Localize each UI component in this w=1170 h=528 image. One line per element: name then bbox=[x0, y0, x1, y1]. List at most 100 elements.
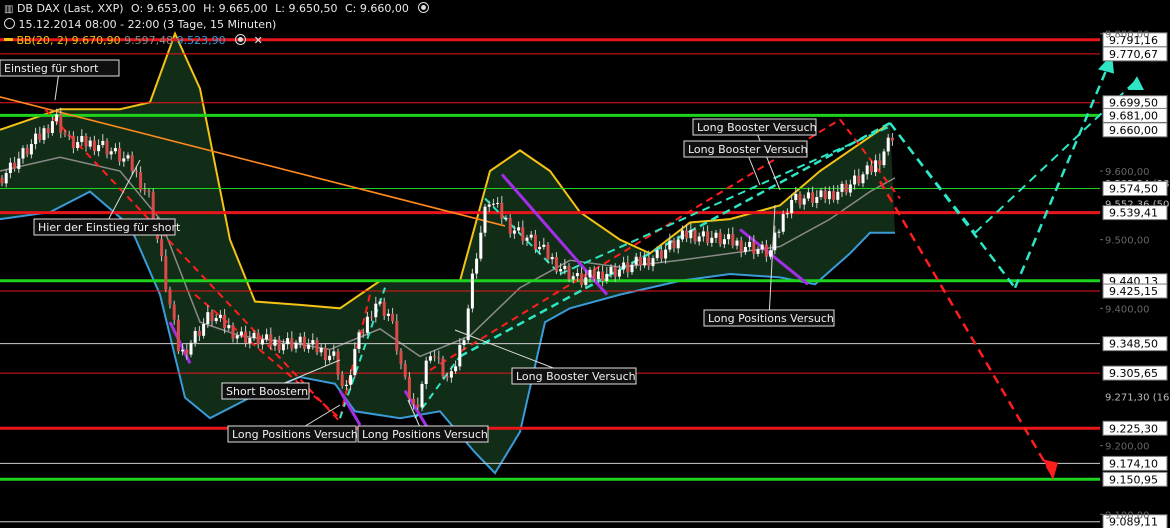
candle-body-94 bbox=[395, 321, 399, 351]
candle-body-157 bbox=[659, 250, 663, 259]
indicator-settings-icon[interactable] bbox=[235, 34, 247, 45]
candle-body-178 bbox=[748, 241, 752, 247]
candle-body-176 bbox=[739, 240, 743, 253]
candle-body-86 bbox=[361, 332, 365, 334]
candle-body-65 bbox=[273, 339, 277, 346]
candle-body-173 bbox=[727, 234, 731, 240]
candle-body-41 bbox=[172, 304, 176, 320]
candle-body-73 bbox=[307, 344, 311, 349]
candle-body-102 bbox=[428, 356, 432, 361]
indicator-swatch-icon bbox=[4, 38, 13, 41]
candle-body-203 bbox=[853, 175, 857, 185]
candle-body-177 bbox=[743, 246, 747, 253]
candle-body-8 bbox=[34, 133, 38, 145]
candle-body-138 bbox=[580, 273, 584, 285]
candle-body-171 bbox=[718, 232, 722, 245]
candle-body-72 bbox=[302, 336, 306, 349]
candle-body-30 bbox=[126, 155, 130, 159]
level-label-15: 9.174,10 bbox=[1109, 457, 1158, 470]
candle-body-146 bbox=[613, 266, 617, 277]
level-label-3: 9.681,00 bbox=[1109, 109, 1158, 122]
candle-body-7 bbox=[29, 144, 33, 155]
candle-body-121 bbox=[508, 217, 512, 234]
candle-body-21 bbox=[88, 140, 92, 147]
candle-body-113 bbox=[475, 258, 479, 274]
candle-body-70 bbox=[294, 342, 298, 349]
level-label-1: 9.770,67 bbox=[1109, 48, 1158, 61]
candle-body-16 bbox=[67, 134, 71, 137]
candle-body-129 bbox=[542, 244, 546, 247]
candle-body-108 bbox=[454, 366, 458, 372]
candle-body-168 bbox=[706, 231, 710, 243]
candle-body-62 bbox=[260, 339, 264, 345]
candle-body-201 bbox=[844, 183, 848, 193]
candle-body-122 bbox=[512, 230, 516, 234]
candle-body-190 bbox=[798, 193, 802, 205]
bb-lower-value: 9.523,90 bbox=[176, 34, 226, 47]
annotation-label-3: Long Positions Versuch bbox=[232, 428, 358, 441]
candle-body-48 bbox=[202, 323, 206, 336]
candle-body-159 bbox=[668, 240, 672, 250]
high-value: H: 9.665,00 bbox=[203, 2, 268, 15]
candle-body-107 bbox=[449, 371, 453, 378]
candle-body-200 bbox=[840, 183, 844, 192]
teal-projection-up-1 bbox=[1013, 60, 1112, 289]
header-row-1: ▥ DB DAX (Last, XXP) O: 9.653,00 H: 9.66… bbox=[4, 2, 430, 17]
candle-body-85 bbox=[357, 332, 361, 349]
candle-body-147 bbox=[617, 269, 621, 277]
candle-body-46 bbox=[193, 330, 197, 343]
candle-body-11 bbox=[46, 128, 50, 133]
candle-body-149 bbox=[626, 262, 630, 273]
candle-body-93 bbox=[391, 313, 395, 322]
candle-body-205 bbox=[861, 174, 865, 184]
instrument-name: DB DAX (Last, XXP) bbox=[16, 2, 124, 15]
candle-body-67 bbox=[281, 344, 285, 351]
candle-body-45 bbox=[189, 342, 193, 355]
candle-body-88 bbox=[370, 316, 374, 318]
candle-body-4 bbox=[17, 158, 21, 169]
header-row-3: BB(20, 2) 9.670,90 9.597,48 9.523,90 ✕ bbox=[4, 34, 263, 48]
candle-body-97 bbox=[407, 376, 411, 399]
candle-body-19 bbox=[80, 136, 84, 143]
candle-body-161 bbox=[676, 239, 680, 249]
candle-body-197 bbox=[827, 191, 831, 200]
candle-body-5 bbox=[21, 148, 25, 159]
candle-body-189 bbox=[794, 193, 798, 200]
candle-body-141 bbox=[592, 269, 596, 280]
candle-body-196 bbox=[823, 190, 827, 200]
candle-body-162 bbox=[680, 230, 684, 240]
candle-body-118 bbox=[496, 202, 500, 204]
candle-body-20 bbox=[84, 136, 88, 147]
candle-body-57 bbox=[239, 331, 243, 336]
candle-body-210 bbox=[882, 151, 886, 166]
candle-body-60 bbox=[252, 332, 256, 339]
candlestick-chart: 9.791,169.770,679.699,509.681,009.660,00… bbox=[0, 30, 1169, 528]
candle-body-69 bbox=[290, 338, 294, 349]
candle-body-134 bbox=[563, 265, 567, 270]
candle-body-212 bbox=[890, 137, 894, 141]
candle-body-166 bbox=[697, 236, 701, 242]
candle-body-96 bbox=[403, 364, 407, 377]
candle-body-191 bbox=[802, 198, 806, 205]
candle-body-145 bbox=[609, 266, 613, 274]
close-icon[interactable]: ✕ bbox=[254, 34, 263, 47]
candle-body-33 bbox=[139, 172, 143, 190]
candle-body-204 bbox=[857, 175, 861, 184]
candle-body-35 bbox=[147, 191, 151, 193]
candle-body-44 bbox=[185, 349, 189, 355]
bollinger-fill bbox=[0, 33, 895, 474]
annotation-label-6: Long Booster Versuch bbox=[697, 121, 817, 134]
candle-body-80 bbox=[336, 351, 340, 375]
price-axis: 9.791,169.770,679.699,509.681,009.660,00… bbox=[1100, 30, 1169, 528]
candle-body-139 bbox=[584, 277, 588, 285]
settings-icon[interactable] bbox=[418, 2, 430, 13]
candle-body-64 bbox=[269, 334, 273, 346]
candle-body-23 bbox=[97, 145, 101, 152]
candle-body-9 bbox=[38, 133, 42, 140]
candle-body-165 bbox=[693, 229, 697, 242]
candle-body-89 bbox=[374, 303, 378, 318]
candle-body-128 bbox=[538, 246, 542, 250]
candle-body-187 bbox=[785, 213, 789, 215]
candle-body-154 bbox=[647, 257, 651, 267]
candle-body-127 bbox=[533, 234, 537, 250]
